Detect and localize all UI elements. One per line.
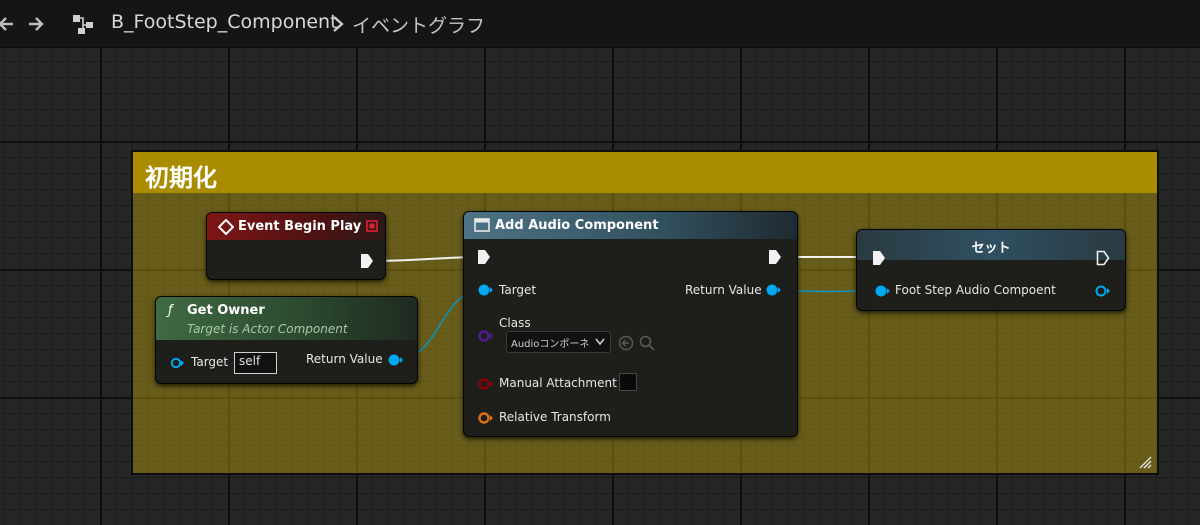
manual-attachment-pin[interactable] xyxy=(477,377,493,391)
back-arrow-icon[interactable] xyxy=(0,14,16,34)
use-selected-asset-icon[interactable] xyxy=(618,335,634,351)
node-subtitle: Target is Actor Component xyxy=(187,322,348,336)
exec-in-pin[interactable] xyxy=(477,249,491,265)
node-header[interactable]: Add Audio Component xyxy=(464,212,797,239)
exec-out-pin[interactable] xyxy=(1096,250,1110,266)
node-title: Add Audio Component xyxy=(495,218,659,233)
add-audio-component-node[interactable]: Add Audio Component Target Return Value … xyxy=(463,211,798,437)
exec-in-pin[interactable] xyxy=(872,250,886,266)
variable-input-pin[interactable] xyxy=(874,284,890,298)
blueprint-graph-icon xyxy=(72,13,94,35)
target-self-field[interactable]: self xyxy=(234,352,277,374)
node-title: Get Owner xyxy=(187,303,265,318)
exec-out-pin[interactable] xyxy=(768,249,782,265)
browse-search-icon[interactable] xyxy=(639,335,655,351)
class-pin[interactable] xyxy=(477,329,493,343)
breadcrumb-asset-name[interactable]: B_FootStep_Component xyxy=(111,11,338,33)
exec-out-pin[interactable] xyxy=(360,253,374,269)
target-pin-label: Target xyxy=(499,283,537,297)
comment-header[interactable]: 初期化 xyxy=(133,152,1157,193)
class-dropdown[interactable]: Audioコンポーネ xyxy=(506,331,611,353)
chevron-down-icon xyxy=(595,338,605,346)
breadcrumb-graph-name[interactable]: イベントグラフ xyxy=(352,11,485,38)
relative-transform-pin[interactable] xyxy=(477,411,493,425)
set-variable-node[interactable]: セット Foot Step Audio Compoent xyxy=(856,229,1126,311)
event-diamond-icon xyxy=(218,219,234,235)
event-begin-play-node[interactable]: Event Begin Play xyxy=(206,212,386,280)
return-value-pin[interactable] xyxy=(387,353,403,367)
relative-transform-label: Relative Transform xyxy=(499,410,611,424)
forward-arrow-icon[interactable] xyxy=(26,14,46,34)
function-icon: ƒ xyxy=(168,303,173,318)
target-pin[interactable] xyxy=(477,283,493,297)
target-pin-label: Target xyxy=(191,355,229,369)
class-pin-label: Class xyxy=(499,316,531,330)
target-pin[interactable] xyxy=(170,357,184,369)
class-dropdown-value: Audioコンポーネ xyxy=(511,339,590,350)
manual-attachment-checkbox[interactable] xyxy=(619,373,637,391)
variable-label: Foot Step Audio Compoent xyxy=(895,283,1056,297)
node-title: Event Begin Play xyxy=(238,219,362,234)
node-header[interactable]: Event Begin Play xyxy=(207,213,385,240)
node-header[interactable]: ƒ Get Owner Target is Actor Component xyxy=(156,297,417,340)
return-value-label: Return Value xyxy=(685,283,762,297)
variable-output-pin[interactable] xyxy=(1094,284,1110,298)
resize-grip-icon[interactable] xyxy=(1138,454,1152,469)
node-title: セット xyxy=(971,241,1011,256)
node-header[interactable]: セット xyxy=(857,230,1125,260)
chevron-right-icon xyxy=(331,14,345,34)
delegate-pin-icon[interactable] xyxy=(366,220,378,232)
manual-attachment-label: Manual Attachment xyxy=(499,376,617,390)
return-value-pin[interactable] xyxy=(765,283,781,297)
comment-title: 初期化 xyxy=(145,164,217,192)
editor-tab-bar: B_FootStep_Component イベントグラフ xyxy=(0,0,1200,48)
return-value-label: Return Value xyxy=(306,352,383,366)
get-owner-node[interactable]: ƒ Get Owner Target is Actor Component Ta… xyxy=(155,296,418,384)
component-icon xyxy=(474,218,490,232)
